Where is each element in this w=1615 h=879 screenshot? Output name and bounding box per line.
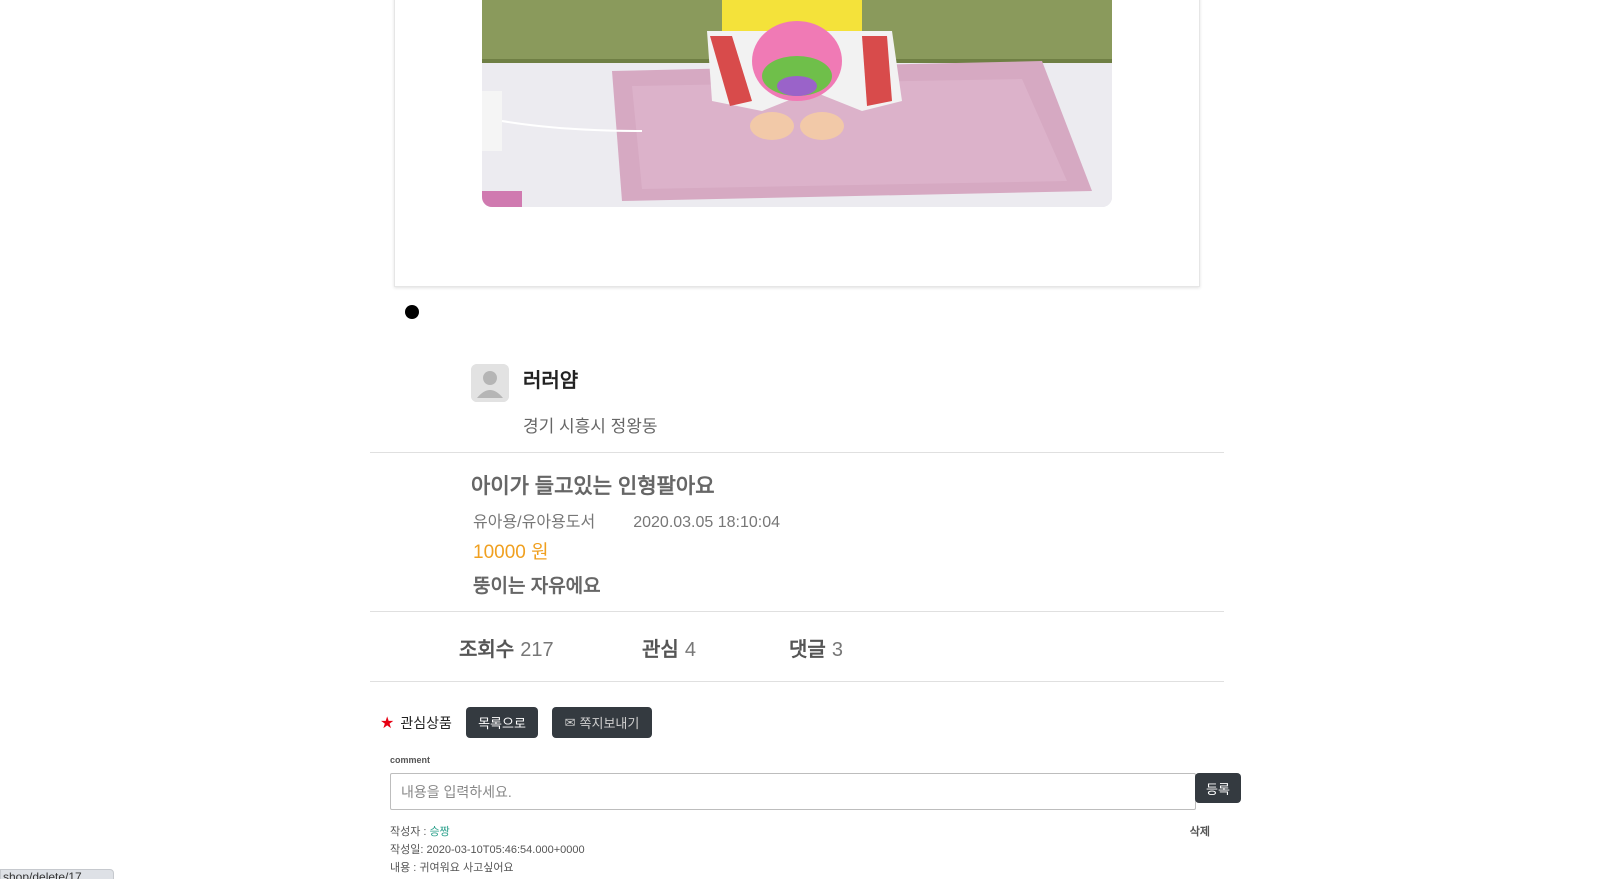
send-message-button[interactable]: ✉ 쪽지보내기	[552, 707, 652, 738]
comment-content-line: 내용 : 귀여워요 사고싶어요	[390, 862, 514, 874]
action-bar: ★ 관심상품 목록으로 ✉ 쪽지보내기	[380, 707, 652, 738]
comment-delete-link[interactable]: 삭제	[1190, 823, 1210, 841]
user-avatar-icon[interactable]	[471, 364, 509, 402]
product-photo-card	[394, 0, 1200, 287]
stat-views-value: 217	[520, 639, 554, 661]
bullet-icon	[405, 305, 419, 319]
stat-comments-label: 댓글	[789, 639, 826, 661]
page: 러러얌 경기 시흥시 정왕동 아이가 들고있는 인형팔아요 유아용/유아용도서 2…	[0, 0, 1615, 879]
comment-date-line: 작성일: 2020-03-10T05:46:54.000+0000	[390, 844, 585, 856]
comment-author-line: 작성자 : 승짱	[390, 826, 450, 838]
product-photo	[482, 0, 1112, 207]
divider	[370, 452, 1224, 453]
back-to-list-button[interactable]: 목록으로	[466, 707, 538, 738]
status-bar-url: shop/delete/17	[0, 869, 114, 879]
interest-toggle[interactable]: ★ 관심상품	[380, 713, 452, 733]
comment-label: comment	[390, 755, 431, 765]
stat-comments-value: 3	[831, 639, 843, 661]
article-title: 아이가 들고있는 인형팔아요	[471, 475, 715, 498]
send-message-label: 쪽지보내기	[579, 716, 640, 731]
article-datetime: 2020.03.05 18:10:04	[633, 514, 781, 531]
comment-submit-button[interactable]: 등록	[1195, 773, 1241, 803]
stat-interest: 관심 4	[642, 633, 696, 662]
comment-content: 귀여워요 사고싶어요	[419, 862, 514, 874]
stat-interest-value: 4	[684, 639, 696, 661]
article-category: 유아용/유아용도서	[473, 514, 596, 531]
seller-region: 경기 시흥시 정왕동	[523, 417, 658, 436]
mail-icon: ✉	[564, 714, 576, 730]
interest-label: 관심상품	[400, 714, 452, 731]
comment-author: 승짱	[429, 826, 450, 838]
article-meta: 유아용/유아용도서 2020.03.05 18:10:04	[473, 508, 780, 532]
comment-item: 작성자 : 승짱 작성일: 2020-03-10T05:46:54.000+00…	[390, 823, 1210, 877]
star-icon: ★	[380, 714, 395, 732]
comment-date: 2020-03-10T05:46:54.000+0000	[426, 844, 585, 856]
comment-input[interactable]	[390, 773, 1196, 810]
article-price: 10000 원	[473, 542, 549, 563]
stat-comments: 댓글 3	[789, 633, 843, 662]
article-description: 뚱이는 자유에요	[473, 576, 601, 597]
divider	[370, 681, 1224, 682]
stat-views-label: 조회수	[459, 639, 515, 661]
stat-views: 조회수 217	[459, 633, 554, 662]
divider	[370, 611, 1224, 612]
seller-name: 러러얌	[523, 370, 579, 392]
stat-interest-label: 관심	[642, 639, 679, 661]
